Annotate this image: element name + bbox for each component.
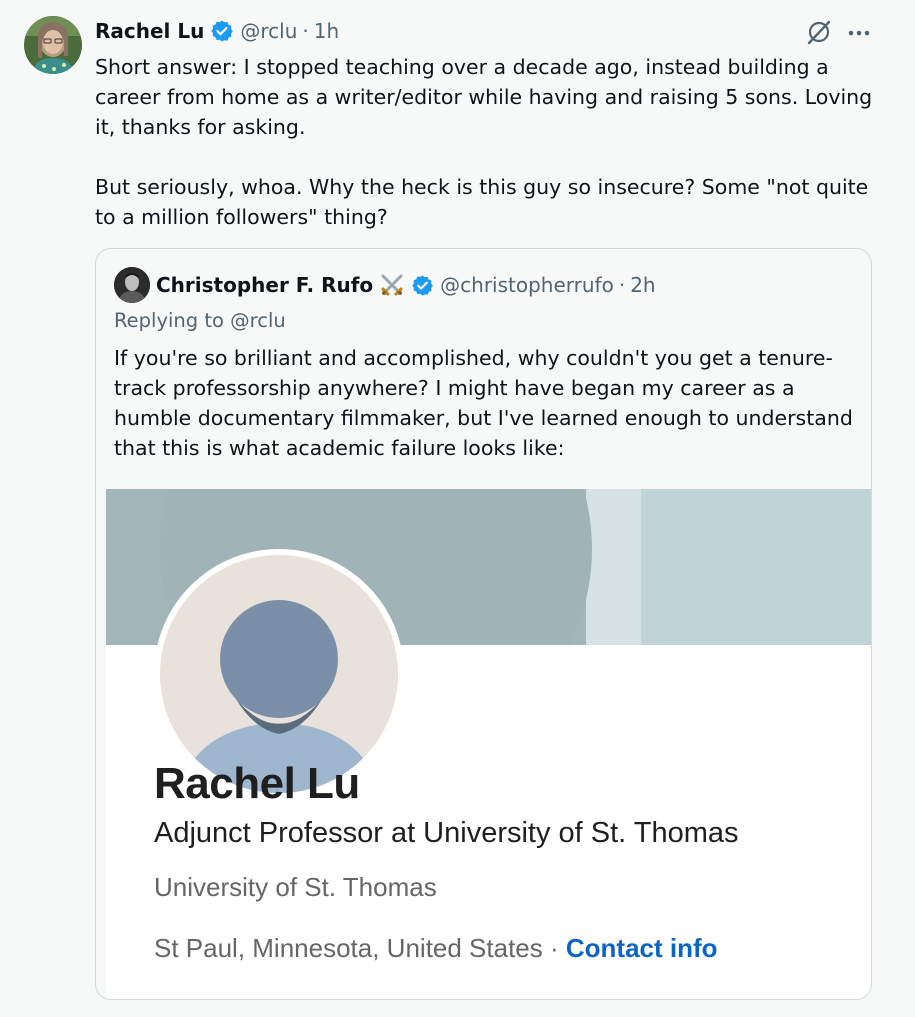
separator-dot: · (618, 273, 626, 297)
contact-info-link: Contact info (565, 933, 718, 963)
replying-mention[interactable]: @rclu (230, 309, 286, 332)
profile-headline: Adjunct Professor at University of St. T… (154, 817, 739, 849)
linkedin-screenshot[interactable]: Rachel Lu Adjunct Professor at Universit… (106, 489, 871, 999)
grok-icon[interactable] (805, 18, 833, 46)
separator-dot: · (302, 19, 309, 43)
quoted-tweet-text: If you're so brilliant and accomplished,… (114, 346, 853, 460)
author-handle[interactable]: @rclu (240, 19, 297, 43)
replying-to: Replying to @rclu (114, 309, 286, 332)
tweet-header: Rachel Lu @rclu · 1h (95, 14, 339, 48)
tweet-text: Short answer: I stopped teaching over a … (95, 52, 885, 232)
ellipsis-icon[interactable] (846, 20, 872, 46)
quoted-tweet[interactable]: Christopher F. Rufo @christopherrufo · 2… (95, 248, 872, 1000)
author-name[interactable]: Rachel Lu (95, 19, 204, 43)
profile-name: Rachel Lu (154, 759, 360, 808)
author-avatar[interactable] (24, 16, 82, 74)
quoted-tweet-header: Christopher F. Rufo @christopherrufo · 2… (156, 267, 656, 303)
location-separator: · (542, 933, 566, 963)
profile-location: St Paul, Minnesota, United States (154, 933, 543, 963)
tweet-paragraph: Short answer: I stopped teaching over a … (95, 55, 873, 139)
profile-location-line: St Paul, Minnesota, United States · Cont… (154, 933, 718, 964)
profile-organization: University of St. Thomas (154, 872, 437, 902)
quoted-timestamp[interactable]: 2h (630, 273, 655, 297)
verified-badge-icon (411, 274, 434, 297)
verified-badge-icon (210, 19, 234, 43)
replying-prefix: Replying to (114, 309, 224, 332)
quoted-author-avatar[interactable] (114, 267, 150, 303)
crossed-swords-icon (379, 272, 405, 298)
quoted-author-handle[interactable]: @christopherrufo (440, 273, 614, 297)
quoted-author-name[interactable]: Christopher F. Rufo (156, 273, 373, 297)
tweet[interactable]: Rachel Lu @rclu · 1h Short answer: I sto… (0, 0, 915, 1017)
timestamp[interactable]: 1h (314, 19, 339, 43)
tweet-paragraph: But seriously, whoa. Why the heck is thi… (95, 175, 869, 229)
